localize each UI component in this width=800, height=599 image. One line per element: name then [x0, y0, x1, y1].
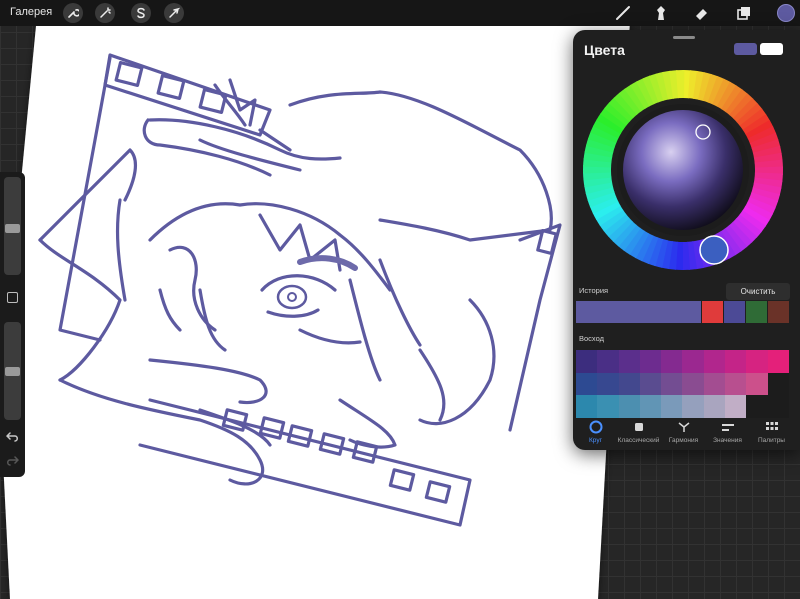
smudge-icon[interactable] — [652, 4, 670, 22]
palette-swatch[interactable] — [661, 350, 683, 373]
square-icon — [634, 423, 643, 431]
selection-s-icon[interactable] — [131, 3, 151, 23]
palette-swatch[interactable] — [639, 395, 662, 418]
palette-swatch[interactable] — [597, 395, 619, 418]
palette-swatch[interactable] — [618, 372, 640, 396]
undo-icon[interactable] — [6, 430, 19, 443]
palette-swatch[interactable] — [703, 350, 726, 373]
palette-swatch[interactable] — [703, 395, 726, 418]
layers-icon[interactable] — [735, 4, 753, 22]
panel-grabber[interactable] — [673, 36, 695, 39]
sliders-icon — [721, 424, 734, 431]
palette-swatch[interactable] — [682, 372, 704, 396]
palette-swatch[interactable] — [618, 395, 640, 418]
tab-label: Гармония — [668, 437, 699, 444]
palette-swatch[interactable] — [767, 350, 789, 373]
palette-swatch[interactable] — [576, 395, 598, 418]
brush-size-slider[interactable] — [4, 177, 21, 275]
grid-icon — [765, 422, 778, 430]
magic-wand-icon[interactable] — [95, 3, 115, 23]
tab-classic[interactable]: Классический — [616, 418, 661, 450]
history-swatch[interactable] — [724, 301, 745, 323]
palette-swatch[interactable] — [725, 372, 747, 396]
palette-swatch[interactable] — [767, 372, 789, 396]
tab-label: Палитры — [758, 437, 785, 444]
palette-swatch[interactable] — [746, 395, 768, 418]
color-mode-tabs: Круг Классический Гармония Значения Пали… — [573, 418, 800, 450]
paper-sheet — [0, 20, 630, 599]
palette-swatch[interactable] — [725, 350, 747, 373]
tab-label: Круг — [589, 437, 602, 444]
harmony-icon — [678, 422, 689, 432]
color-history — [576, 301, 789, 323]
palette-grid — [576, 350, 789, 418]
brush-size-knob[interactable] — [5, 224, 20, 233]
palette-swatch[interactable] — [661, 395, 683, 418]
palette-swatch[interactable] — [618, 350, 640, 373]
primary-color-swatch[interactable] — [734, 43, 757, 55]
color-picker-button[interactable] — [777, 4, 795, 22]
brush-icon[interactable] — [614, 4, 632, 22]
eraser-icon[interactable] — [693, 4, 711, 22]
history-swatch[interactable] — [702, 301, 723, 323]
tab-harmony[interactable]: Гармония — [661, 418, 706, 450]
tab-palettes[interactable]: Палитры — [749, 418, 794, 450]
palette-swatch[interactable] — [576, 350, 598, 373]
palette-label: Восход — [579, 334, 604, 343]
palette-swatch[interactable] — [682, 395, 704, 418]
wrench-icon[interactable] — [63, 3, 83, 23]
left-sidebar — [0, 172, 25, 477]
gallery-button[interactable]: Галерея — [10, 6, 52, 18]
palette-swatch[interactable] — [746, 372, 768, 396]
panel-title: Цвета — [584, 42, 625, 58]
opacity-knob[interactable] — [5, 367, 20, 376]
clear-history-button[interactable]: Очистить — [726, 283, 790, 300]
palette-swatch[interactable] — [597, 372, 619, 396]
history-swatch[interactable] — [746, 301, 767, 323]
redo-icon[interactable] — [6, 454, 19, 467]
secondary-color-swatch[interactable] — [760, 43, 783, 55]
palette-swatch[interactable] — [703, 372, 726, 396]
palette-swatch[interactable] — [725, 395, 747, 418]
history-swatch[interactable] — [768, 301, 789, 323]
history-label: История — [579, 286, 609, 295]
opacity-slider[interactable] — [4, 322, 21, 420]
hue-handle[interactable] — [699, 235, 729, 265]
palette-swatch[interactable] — [639, 350, 662, 373]
saturation-disc[interactable] — [623, 110, 743, 230]
tab-disc[interactable]: Круг — [573, 418, 618, 450]
tab-label: Значения — [713, 437, 742, 444]
disc-icon — [589, 420, 602, 434]
history-swatch[interactable] — [576, 301, 701, 323]
modify-button[interactable] — [7, 292, 18, 303]
palette-swatch[interactable] — [746, 350, 768, 373]
color-disc[interactable] — [578, 65, 788, 275]
transform-arrow-icon[interactable] — [164, 3, 184, 23]
top-toolbar: Галерея — [0, 0, 800, 26]
palette-swatch[interactable] — [682, 350, 704, 373]
colors-panel: Цвета История Очистить Восход Круг Класс… — [573, 30, 800, 450]
palette-swatch[interactable] — [661, 372, 683, 396]
palette-swatch[interactable] — [767, 395, 789, 418]
tab-values[interactable]: Значения — [705, 418, 750, 450]
palette-swatch[interactable] — [597, 350, 619, 373]
palette-swatch[interactable] — [639, 372, 662, 396]
tab-label: Классический — [617, 437, 660, 444]
palette-swatch[interactable] — [576, 372, 598, 396]
